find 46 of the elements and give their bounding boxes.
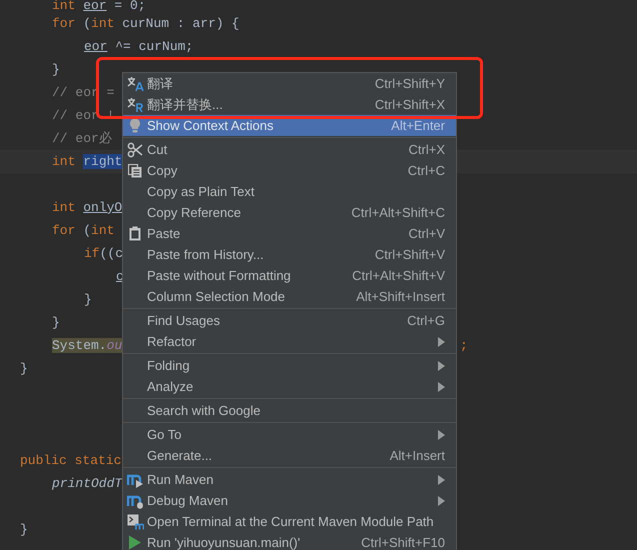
code-line: } [20,520,28,539]
menu-item[interactable]: Run 'yihuoyunsuan.main()' Ctrl+Shift+F10 [123,532,456,550]
code-line: eor ^= curNum; [84,38,194,56]
menu-item[interactable]: Paste Ctrl+V [123,223,456,244]
code-line: for (int [52,222,114,240]
menu-item[interactable]: Find Usages Ctrl+G [123,310,456,331]
menu-item[interactable]: 翻译并替换... Ctrl+Shift+X [123,94,456,115]
translate-replace-icon [126,96,144,112]
code-fragment: ; [460,336,468,355]
clipboard-icon [129,226,141,241]
menu-item[interactable]: Copy Ctrl+C [123,160,456,181]
menu-item[interactable]: Copy Reference Ctrl+Alt+Shift+C [123,202,456,223]
lightbulb-icon [129,118,141,133]
code-line: System.ou [52,336,122,355]
code-line: } [20,360,28,378]
terminal-icon [126,514,144,530]
code-line: // eor必 [52,130,112,148]
code-line: int right [52,152,122,171]
menu-item[interactable]: 翻译 Ctrl+Shift+Y [123,73,456,94]
menu-item[interactable]: Run Maven [123,469,456,490]
menu-item[interactable]: Column Selection Mode Alt+Shift+Insert [123,286,456,307]
menu-item[interactable]: Go To [123,424,456,445]
code-line: // eor = [52,84,114,102]
code-line: } [52,314,60,332]
code-line: } [52,60,60,79]
run-icon [128,535,142,550]
translate-icon [126,76,144,92]
menu-item[interactable]: Generate... Alt+Insert [123,445,456,466]
copy-icon [128,164,142,178]
code-line: if((c [84,244,124,263]
menu-item[interactable]: Open Terminal at the Current Maven Module Path [123,511,456,532]
menu-item[interactable]: Cut Ctrl+X [123,139,456,160]
menu-item[interactable]: Debug Maven [123,490,456,511]
menu-item[interactable]: Analyze [123,376,456,397]
code-line: } [84,290,92,309]
menu-item[interactable]: Folding [123,355,456,376]
menu-item[interactable]: Paste from History... Ctrl+Shift+V [123,244,456,265]
menu-item[interactable]: Copy as Plain Text [123,181,456,202]
menu-item[interactable]: Refactor [123,331,456,352]
code-line: printOddT [52,474,122,493]
menu-item[interactable]: Search with Google [123,400,456,421]
code-line: for (int curNum : arr) { [52,14,240,33]
menu-item[interactable]: Paste without Formatting Ctrl+Alt+Shift+V [123,265,456,286]
code-line: int onlyO [52,198,122,217]
code-line: public static [20,452,122,470]
scissors-icon [127,142,143,158]
